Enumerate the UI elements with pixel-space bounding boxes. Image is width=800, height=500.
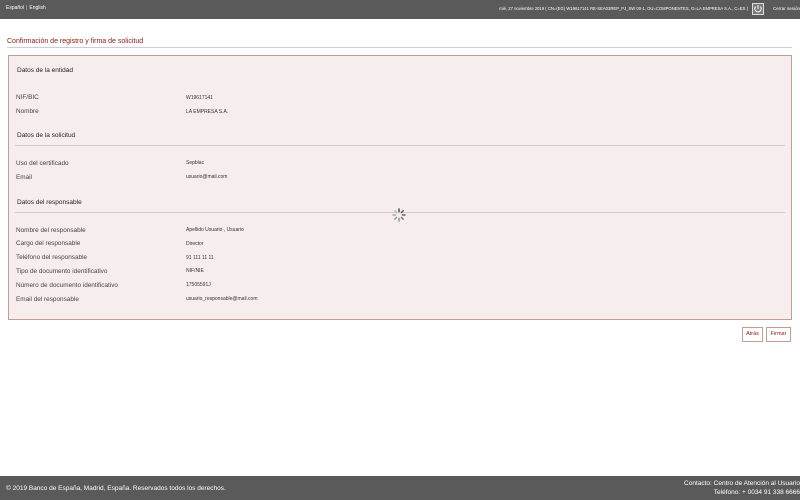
- name-label: Nombre: [16, 108, 39, 115]
- back-button[interactable]: Atrás: [742, 327, 763, 342]
- contact-phone: Teléfono: + 0034 91 338 6666: [713, 489, 800, 496]
- responsible-name-label: Nombre del responsable: [16, 227, 86, 234]
- top-bar: Español | English mié, 27 noviembre 2019 (…: [0, 0, 800, 19]
- section-title-request: Datos de la solicitud: [17, 132, 76, 139]
- contact-info: Contacto: Centro de Atención al Usuario …: [684, 479, 800, 497]
- logout-link[interactable]: Cerrar sesión: [773, 6, 800, 11]
- lang-english-link[interactable]: English: [29, 5, 45, 11]
- usage-value: Sepblac: [186, 160, 205, 166]
- session-info: mié, 27 noviembre 2019 ( CN=(EG) W196171…: [499, 6, 748, 11]
- responsible-position-value: Director: [186, 241, 204, 247]
- language-switcher: Español | English: [6, 5, 46, 11]
- sign-button[interactable]: Firmar: [766, 327, 791, 342]
- loading-spinner-icon: [392, 208, 406, 222]
- docnum-label: Número de documento identificativo: [16, 282, 118, 289]
- section-title-entity: Datos de la entidad: [17, 67, 74, 74]
- responsible-phone-label: Teléfono del responsable: [16, 254, 88, 261]
- lang-spanish-link[interactable]: Español: [6, 5, 24, 11]
- section-divider: [15, 145, 785, 146]
- name-value: LA EMPRESA S.A.: [186, 109, 229, 115]
- responsible-position-label: Cargo del responsable: [16, 240, 81, 247]
- responsible-email-value: usuario_responsable@mail.com: [186, 296, 258, 302]
- doctype-value: NIF/NIE: [186, 268, 204, 274]
- usage-label: Uso del certificado: [16, 160, 69, 167]
- page-title: Confirmación de registro y firma de soli…: [7, 38, 144, 45]
- nif-label: NIF/BIC: [16, 94, 39, 101]
- summary-panel: Datos de la entidad NIF/BIC W19617141 No…: [8, 55, 792, 320]
- section-title-responsible: Datos del responsable: [17, 199, 82, 206]
- title-divider: [7, 47, 792, 48]
- doctype-label: Tipo de documento identificativo: [16, 268, 108, 275]
- email-value: usuario@mail.com: [186, 174, 228, 180]
- logout-icon[interactable]: [752, 3, 764, 15]
- copyright-text: © 2019 Banco de España, Madrid, España. …: [6, 485, 226, 492]
- responsible-email-label: Email del responsable: [16, 296, 79, 303]
- lang-separator: |: [26, 5, 28, 11]
- nif-value: W19617141: [186, 95, 213, 101]
- contact-line[interactable]: Contacto: Centro de Atención al Usuario: [684, 479, 800, 488]
- responsible-phone-value: 91 111 11 11: [186, 255, 214, 261]
- footer: © 2019 Banco de España, Madrid, España. …: [0, 476, 800, 500]
- email-label: Email: [16, 174, 32, 181]
- responsible-name-value: Apellido Usuario , Usuario: [186, 227, 244, 233]
- docnum-value: 17505591J: [186, 282, 211, 288]
